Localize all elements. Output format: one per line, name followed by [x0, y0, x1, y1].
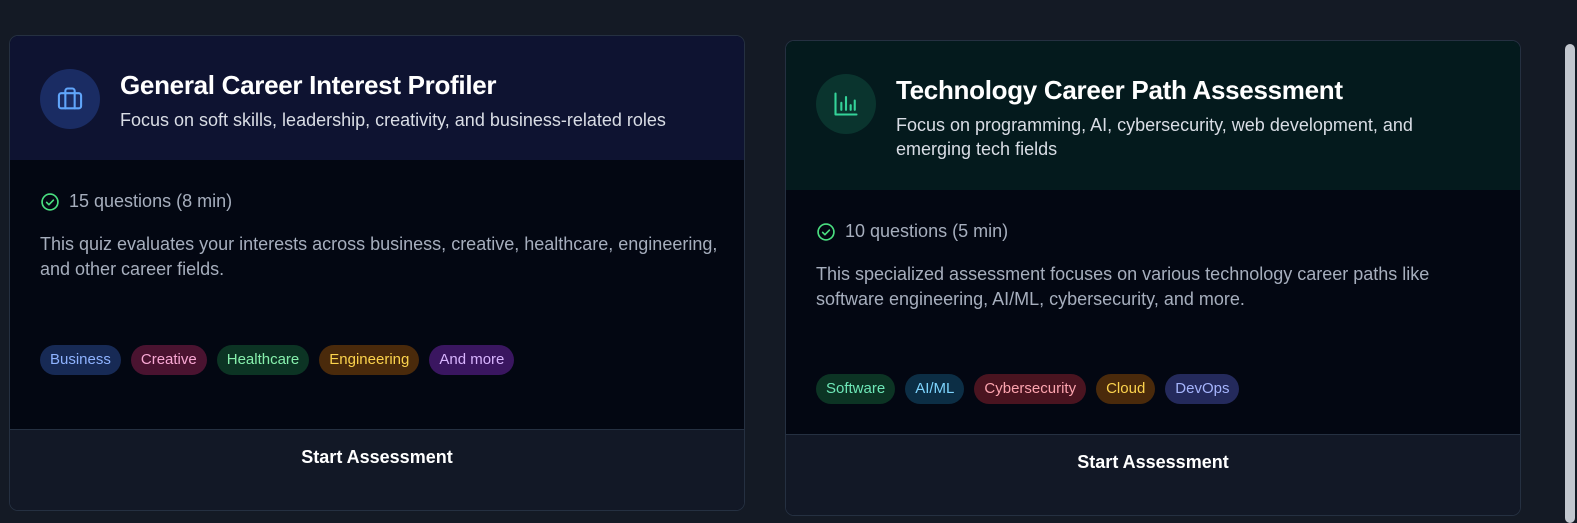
assessment-card-general: General Career Interest Profiler Focus o… — [9, 35, 745, 511]
tag-devops: DevOps — [1165, 374, 1240, 404]
card-title: Technology Career Path Assessment — [896, 75, 1343, 105]
tag-cloud: Cloud — [1096, 374, 1156, 404]
question-count: 10 questions (5 min) — [816, 221, 1490, 242]
card-header: Technology Career Path Assessment Focus … — [786, 41, 1520, 190]
card-body: 15 questions (8 min) This quiz evaluates… — [10, 191, 744, 459]
card-description: This quiz evaluates your interests acros… — [40, 234, 718, 279]
tag-business: Business — [40, 345, 121, 375]
scrollbar-thumb[interactable] — [1565, 44, 1575, 523]
card-header: General Career Interest Profiler Focus o… — [10, 36, 744, 160]
tag-and-more: And more — [429, 345, 515, 375]
bar-chart-icon — [816, 74, 876, 134]
tag-engineering: Engineering — [319, 345, 420, 375]
card-description: This specialized assessment focuses on v… — [816, 264, 1430, 309]
tag-ai-ml: AI/ML — [905, 374, 965, 404]
tag-creative: Creative — [130, 345, 207, 375]
card-subtitle: Focus on programming, AI, cybersecurity,… — [896, 115, 1413, 159]
tag-cybersecurity: Cybersecurity — [974, 374, 1087, 404]
tag-software: Software — [816, 374, 896, 404]
assessment-card-technology: Technology Career Path Assessment Focus … — [785, 40, 1521, 516]
tag-list: Software AI/ML Cybersecurity Cloud DevOp… — [816, 374, 1240, 404]
card-title: General Career Interest Profiler — [120, 70, 497, 100]
start-assessment-button[interactable]: Start Assessment — [10, 429, 744, 510]
tag-healthcare: Healthcare — [216, 345, 310, 375]
question-count-text: 10 questions (5 min) — [845, 221, 1009, 241]
check-circle-icon — [40, 192, 60, 212]
question-count-text: 15 questions (8 min) — [69, 191, 233, 211]
check-circle-icon — [816, 222, 836, 242]
scrollbar[interactable] — [1563, 0, 1577, 523]
start-assessment-button[interactable]: Start Assessment — [786, 434, 1520, 515]
question-count: 15 questions (8 min) — [40, 191, 714, 212]
tag-list: Business Creative Healthcare Engineering… — [40, 345, 515, 375]
briefcase-icon — [40, 69, 100, 129]
card-subtitle: Focus on soft skills, leadership, creati… — [120, 110, 666, 130]
card-body: 10 questions (5 min) This specialized as… — [786, 221, 1520, 465]
